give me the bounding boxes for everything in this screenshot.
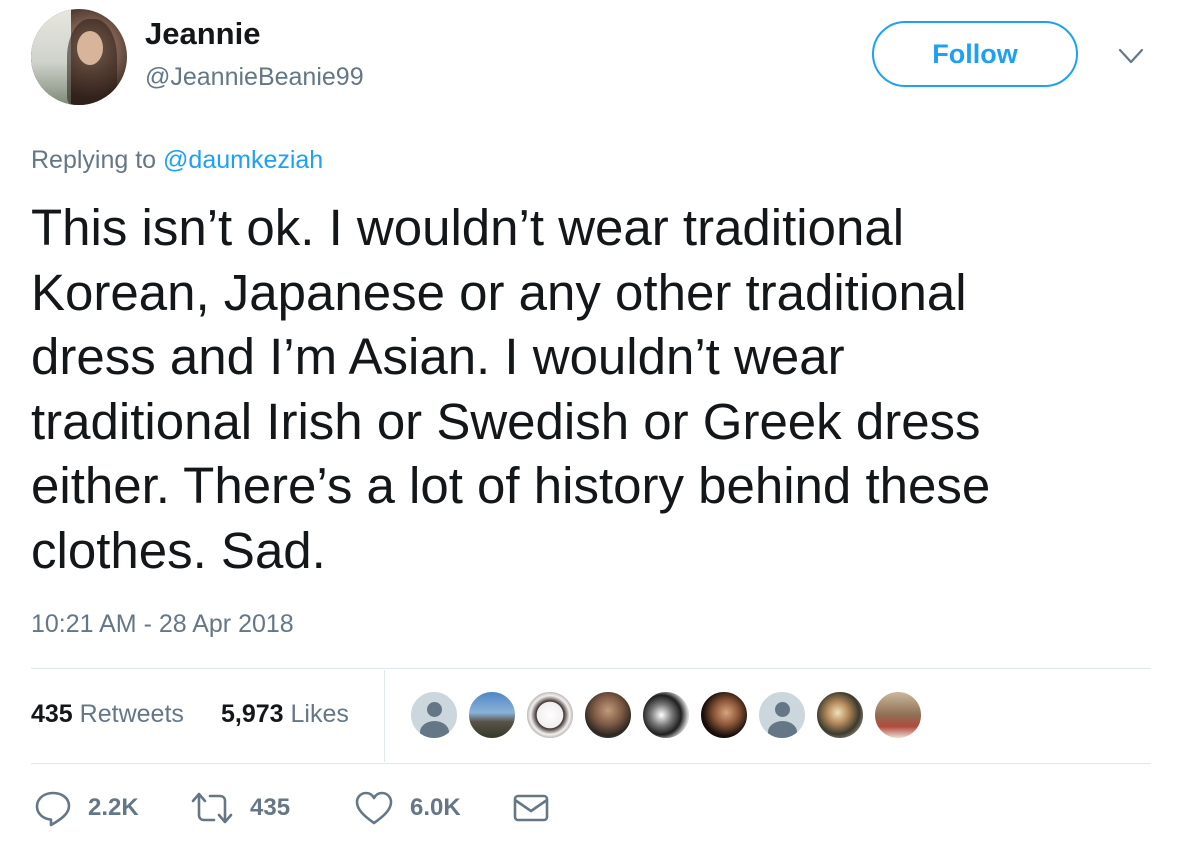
display-name[interactable]: Jeannie <box>145 16 260 52</box>
liker-avatar[interactable] <box>468 691 516 739</box>
reply-count: 2.2K <box>88 794 139 821</box>
replying-to-label: Replying to <box>31 146 164 174</box>
user-handle[interactable]: @JeannieBeanie99 <box>145 63 364 92</box>
retweets-stat[interactable]: 435 Retweets <box>31 700 184 729</box>
mention-link[interactable]: @daumkeziah <box>163 146 323 174</box>
default-profile-icon <box>775 702 790 717</box>
retweet-icon <box>191 792 233 824</box>
retweets-count: 435 <box>31 700 73 728</box>
liker-avatar[interactable] <box>816 691 864 739</box>
avatar-face <box>77 31 103 65</box>
retweets-label: Retweets <box>79 700 184 728</box>
likes-label: Likes <box>290 700 349 728</box>
retweet-action[interactable]: 435 <box>190 787 290 829</box>
avatar-background <box>31 9 71 105</box>
envelope-icon <box>513 794 549 822</box>
follow-button[interactable]: Follow <box>872 21 1078 87</box>
liker-avatar[interactable] <box>642 691 690 739</box>
divider <box>31 668 1151 669</box>
heart-icon <box>355 791 393 825</box>
tweet-text: This isn’t ok. I wouldn’t wear tradition… <box>31 199 991 579</box>
like-action[interactable]: 6.0K <box>354 787 461 829</box>
liker-avatar[interactable] <box>700 691 748 739</box>
retweet-count: 435 <box>250 794 291 821</box>
default-profile-icon <box>427 702 442 717</box>
liker-avatar[interactable] <box>526 691 574 739</box>
liker-avatar[interactable] <box>874 691 922 739</box>
like-count: 6.0K <box>410 794 461 821</box>
liker-avatar[interactable] <box>758 691 806 739</box>
reply-icon <box>35 791 71 827</box>
avatar[interactable] <box>31 9 127 105</box>
likes-count: 5,973 <box>221 700 284 728</box>
reply-action[interactable]: 2.2K <box>34 787 139 829</box>
chevron-down-icon[interactable] <box>1116 45 1146 67</box>
likes-stat[interactable]: 5,973 Likes <box>221 700 349 729</box>
direct-message-action[interactable] <box>513 787 549 829</box>
divider <box>31 763 1151 764</box>
replying-to: Replying to @daumkeziah <box>31 146 323 175</box>
liker-avatar[interactable] <box>584 691 632 739</box>
stats-divider <box>384 670 385 762</box>
liker-avatar[interactable] <box>410 691 458 739</box>
tweet-timestamp[interactable]: 10:21 AM - 28 Apr 2018 <box>31 610 294 639</box>
